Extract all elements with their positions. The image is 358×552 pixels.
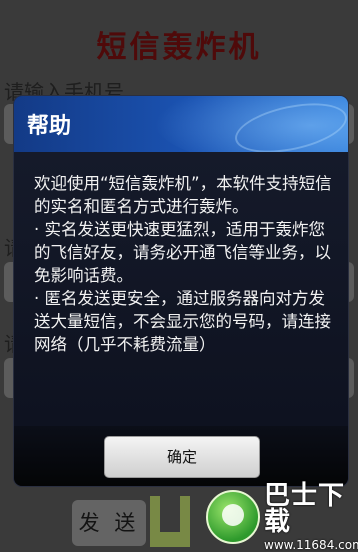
dialog-header: 帮助 (14, 96, 348, 152)
dialog-footer: 确定 (14, 426, 348, 486)
help-paragraph-realname: · 实名发送更快速更猛烈，适用于轰炸您的飞信好友，请务必开通飞信等业务，以免影响… (34, 220, 331, 285)
watermark-main-text: 巴士下载 (264, 480, 346, 537)
dialog-body: 欢迎使用“短信轰炸机”，本软件支持短信的实名和匿名方式进行轰炸。 · 实名发送更… (14, 152, 348, 426)
ok-button[interactable]: 确定 (104, 436, 260, 478)
site-logo-icon (206, 489, 260, 544)
help-dialog: 帮助 欢迎使用“短信轰炸机”，本软件支持短信的实名和匿名方式进行轰炸。 · 实名… (14, 96, 348, 486)
help-paragraph-intro: 欢迎使用“短信轰炸机”，本软件支持短信的实名和匿名方式进行轰炸。 (34, 174, 332, 216)
help-text: 欢迎使用“短信轰炸机”，本软件支持短信的实名和匿名方式进行轰炸。 · 实名发送更… (34, 172, 334, 356)
help-paragraph-anonymous: · 匿名发送更安全，通过服务器向对方发送大量短信，不会显示您的号码，请连接网络（… (34, 289, 331, 354)
watermark-url: www.11684.com (264, 537, 358, 552)
dialog-title: 帮助 (27, 114, 72, 139)
site-watermark: 巴士下载 www.11684.com (206, 480, 358, 551)
